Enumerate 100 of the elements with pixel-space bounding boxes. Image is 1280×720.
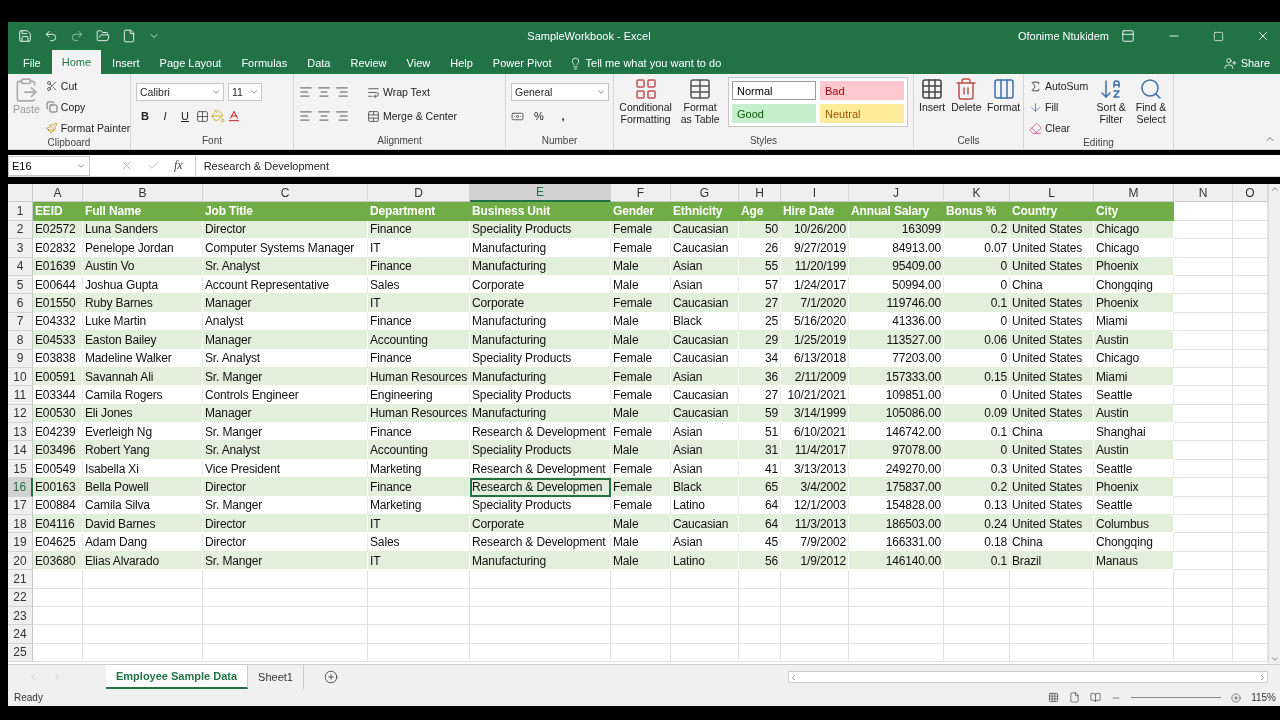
wrap-text-icon[interactable] — [367, 85, 380, 99]
autosum-button[interactable]: AutoSum — [1029, 77, 1089, 95]
font-name-field[interactable]: Calibri — [136, 83, 224, 101]
row-number[interactable]: 1 — [8, 202, 33, 221]
function-label[interactable]: fx — [174, 158, 183, 173]
ribbon-tab[interactable]: Power Pivot — [483, 52, 561, 74]
share-button[interactable]: Share — [1240, 57, 1270, 69]
scroll-right-icon[interactable] — [1258, 672, 1267, 682]
cells-button[interactable]: Insert — [919, 77, 946, 135]
row-number[interactable]: 13 — [8, 423, 33, 442]
restore-icon[interactable] — [1213, 30, 1224, 42]
scroll-left-icon[interactable] — [789, 672, 798, 682]
font-size-field[interactable]: 11 — [228, 83, 262, 101]
cells-button[interactable]: Format — [987, 77, 1020, 135]
bold-button[interactable]: B — [136, 107, 154, 125]
conditional-formatting-button[interactable]: Conditional Formatting — [619, 77, 673, 135]
find-select-button[interactable]: Find & Select — [1134, 77, 1168, 137]
fill-color-icon[interactable] — [211, 109, 225, 123]
align-right-icon[interactable] — [335, 85, 349, 99]
close-icon[interactable] — [1256, 29, 1270, 43]
ribbon-tab[interactable]: Review — [341, 52, 396, 74]
cell-style[interactable]: Bad — [820, 81, 904, 100]
zoom-level[interactable]: 115% — [1251, 692, 1276, 703]
row-number[interactable]: 8 — [8, 331, 33, 350]
column-letter[interactable]: J — [849, 184, 944, 203]
cancel-icon[interactable] — [120, 159, 133, 172]
page-break-icon[interactable] — [1090, 692, 1102, 703]
column-letter[interactable]: N — [1174, 184, 1233, 203]
column-letter[interactable]: F — [611, 184, 671, 203]
display-options-icon[interactable] — [1121, 29, 1135, 43]
folder-icon[interactable] — [96, 29, 110, 43]
ribbon-tab[interactable]: Home — [51, 50, 102, 74]
column-letter[interactable]: O — [1233, 184, 1268, 203]
conditional-formatting-icon[interactable] — [633, 77, 658, 101]
underline-button[interactable]: U — [176, 107, 194, 125]
column-letter[interactable]: D — [368, 184, 470, 203]
eraser-icon[interactable] — [1029, 121, 1042, 135]
align-left-icon[interactable] — [299, 85, 313, 99]
fill-icon[interactable] — [1029, 100, 1042, 114]
align-center-icon[interactable] — [317, 109, 331, 123]
column-letter[interactable]: E — [470, 184, 611, 203]
column-letter[interactable]: G — [671, 184, 739, 203]
scissors-icon[interactable] — [45, 80, 58, 92]
row-number[interactable]: 18 — [8, 515, 33, 534]
delete-cells-icon[interactable] — [954, 77, 979, 101]
format-as-table-button[interactable]: Format as Table — [678, 77, 722, 135]
name-box[interactable]: E16 — [8, 155, 90, 176]
merge-icon[interactable] — [367, 109, 380, 123]
fill-button[interactable]: Fill — [1029, 98, 1089, 116]
percent-button[interactable]: % — [530, 107, 548, 125]
dropdown-icon[interactable] — [596, 87, 606, 97]
font-color-icon[interactable] — [227, 109, 241, 123]
cells-button[interactable]: Delete — [951, 77, 982, 135]
search-icon[interactable] — [1139, 77, 1164, 101]
tell-me-field[interactable]: Tell me what you want to do — [585, 57, 722, 69]
scroll-down-icon[interactable] — [1269, 654, 1280, 664]
row-number[interactable]: 3 — [8, 239, 33, 258]
wrap-text-button[interactable]: Wrap Text — [367, 83, 430, 101]
row-number[interactable]: 21 — [8, 570, 33, 589]
new-file-icon[interactable] — [122, 29, 136, 43]
dropdown-icon[interactable] — [249, 87, 259, 97]
row-number[interactable]: 16 — [8, 478, 33, 497]
column-letter[interactable]: H — [739, 184, 781, 203]
paintbrush-icon[interactable] — [45, 122, 58, 134]
ribbon-tab[interactable]: View — [397, 52, 440, 74]
save-icon[interactable] — [18, 29, 32, 43]
ribbon-tab[interactable]: Page Layout — [150, 52, 231, 74]
format-painter-button[interactable]: Format Painter — [45, 119, 131, 137]
align-center-icon[interactable] — [317, 85, 331, 99]
dropdown-icon[interactable] — [211, 87, 221, 97]
sheet-tab[interactable]: Employee Sample Data — [106, 665, 249, 689]
zoom-in-icon[interactable] — [1231, 692, 1242, 703]
merge-center-button[interactable]: Merge & Center — [367, 107, 458, 125]
sort-filter-button[interactable]: Sort & Filter — [1094, 77, 1129, 137]
column-letter[interactable]: A — [33, 184, 83, 203]
ribbon-tab[interactable]: Help — [441, 52, 482, 74]
horizontal-scrollbar[interactable] — [788, 671, 1268, 683]
page-layout-icon[interactable] — [1069, 692, 1081, 703]
column-letter[interactable]: B — [83, 184, 203, 203]
insert-cells-icon[interactable] — [920, 77, 945, 101]
italic-button[interactable]: I — [156, 107, 174, 125]
column-letter[interactable]: K — [944, 184, 1010, 203]
undo-icon[interactable] — [44, 29, 58, 43]
ribbon-tab[interactable]: File — [14, 52, 50, 74]
redo-icon[interactable] — [70, 29, 84, 43]
formula-field[interactable]: Research & Development — [194, 155, 1280, 176]
cell-style[interactable]: Normal — [732, 81, 816, 100]
ribbon-tab[interactable]: Insert — [103, 52, 149, 74]
column-letter[interactable]: M — [1094, 184, 1174, 203]
scroll-up-icon[interactable] — [1269, 184, 1280, 194]
ribbon-tab[interactable]: Data — [298, 52, 340, 74]
number-format-field[interactable]: General — [511, 83, 609, 101]
align-left-icon[interactable] — [299, 109, 313, 123]
align-right-icon[interactable] — [335, 109, 349, 123]
column-letter[interactable]: I — [781, 184, 849, 203]
table-icon[interactable] — [688, 77, 713, 101]
borders-icon[interactable] — [196, 109, 209, 123]
enter-icon[interactable] — [147, 159, 160, 172]
column-letter[interactable]: C — [203, 184, 368, 203]
select-all-corner[interactable] — [8, 184, 33, 203]
